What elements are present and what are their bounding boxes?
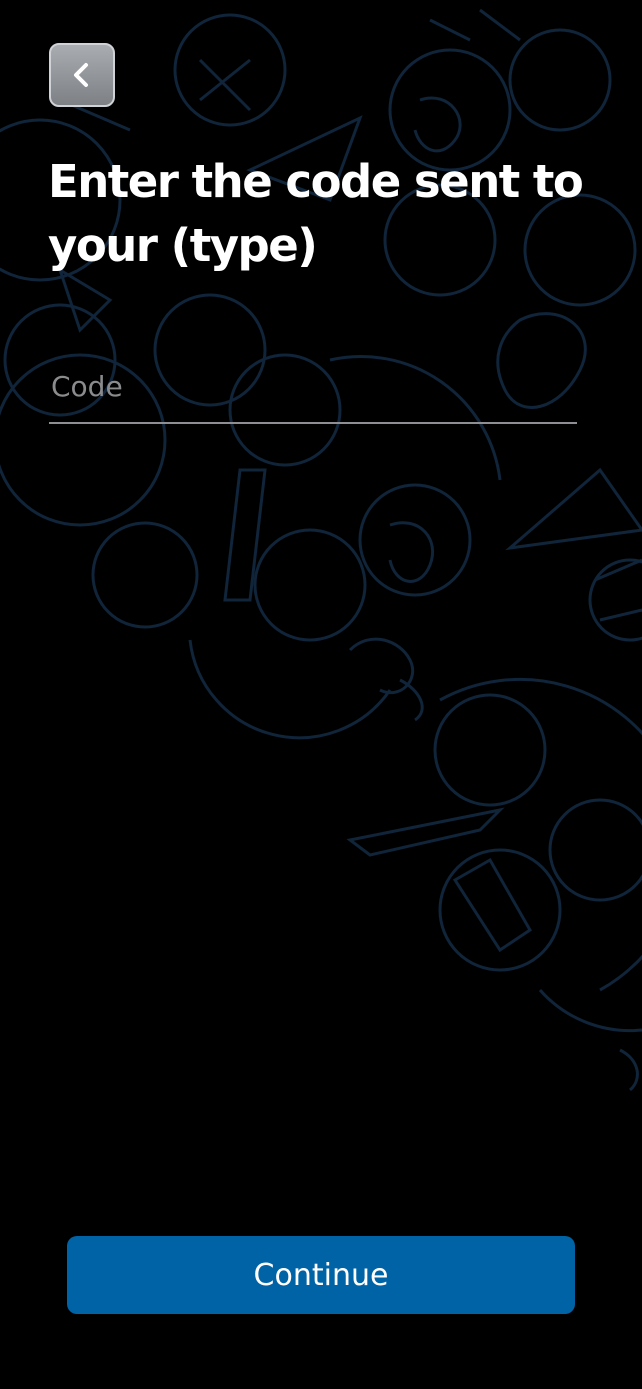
chevron-left-icon: [74, 63, 88, 87]
back-button[interactable]: [49, 43, 115, 107]
code-input[interactable]: [49, 350, 577, 424]
continue-button[interactable]: Continue: [67, 1236, 575, 1314]
page-title: Enter the code sent to your (type): [48, 155, 584, 272]
code-field: [49, 350, 577, 426]
